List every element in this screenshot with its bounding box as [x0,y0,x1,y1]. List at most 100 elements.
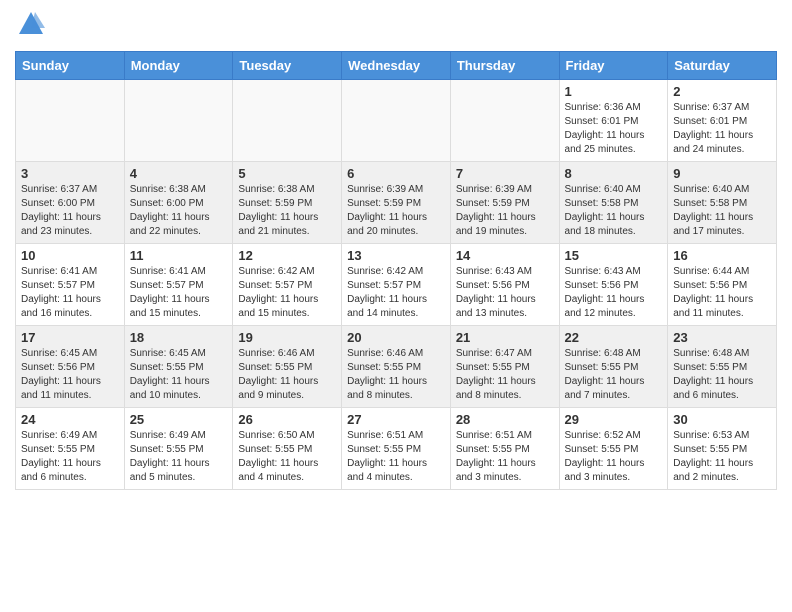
logo-icon [17,10,45,38]
page-container: SundayMondayTuesdayWednesdayThursdayFrid… [0,0,792,500]
day-info: Sunrise: 6:40 AM Sunset: 5:58 PM Dayligh… [565,183,663,239]
logo-general-text [15,10,45,43]
calendar-cell: 12 Sunrise: 6:42 AM Sunset: 5:57 PM Dayli… [233,243,342,325]
day-info: Sunrise: 6:50 AM Sunset: 5:55 PM Dayligh… [238,429,336,485]
day-info: Sunrise: 6:43 AM Sunset: 5:56 PM Dayligh… [456,265,554,321]
day-number: 6 [347,166,445,181]
calendar-cell: 11 Sunrise: 6:41 AM Sunset: 5:57 PM Dayli… [124,243,233,325]
calendar-week-row: 17Sunrise: 6:45 AM Sunset: 5:56 PM Dayli… [16,325,777,407]
day-info: Sunrise: 6:39 AM Sunset: 5:59 PM Dayligh… [456,183,554,239]
day-info: Sunrise: 6:53 AM Sunset: 5:55 PM Dayligh… [673,429,771,485]
header [15,10,777,43]
calendar-cell: 13Sunrise: 6:42 AM Sunset: 5:57 PM Dayli… [342,243,451,325]
day-number: 3 [21,166,119,181]
day-info: Sunrise: 6:47 AM Sunset: 5:55 PM Dayligh… [456,347,554,403]
calendar-week-row: 1 Sunrise: 6:36 AM Sunset: 6:01 PM Daylig… [16,79,777,161]
day-number: 20 [347,330,445,345]
day-number: 5 [238,166,336,181]
calendar-cell: 24Sunrise: 6:49 AM Sunset: 5:55 PM Dayli… [16,407,125,489]
day-number: 23 [673,330,771,345]
day-number: 9 [673,166,771,181]
calendar-table: SundayMondayTuesdayWednesdayThursdayFrid… [15,51,777,490]
day-info: Sunrise: 6:45 AM Sunset: 5:55 PM Dayligh… [130,347,228,403]
day-info: Sunrise: 6:36 AM Sunset: 6:01 PM Dayligh… [565,101,663,157]
calendar-cell: 17Sunrise: 6:45 AM Sunset: 5:56 PM Dayli… [16,325,125,407]
logo-text [15,10,45,43]
day-number: 10 [21,248,119,263]
day-of-week-header: Wednesday [342,51,451,79]
day-number: 24 [21,412,119,427]
day-number: 28 [456,412,554,427]
day-info: Sunrise: 6:42 AM Sunset: 5:57 PM Dayligh… [238,265,336,321]
calendar-cell: 27 Sunrise: 6:51 AM Sunset: 5:55 PM Dayli… [342,407,451,489]
calendar-cell: 19 Sunrise: 6:46 AM Sunset: 5:55 PM Dayli… [233,325,342,407]
day-number: 22 [565,330,663,345]
calendar-cell [124,79,233,161]
calendar-cell [450,79,559,161]
calendar-cell: 18Sunrise: 6:45 AM Sunset: 5:55 PM Dayli… [124,325,233,407]
day-info: Sunrise: 6:40 AM Sunset: 5:58 PM Dayligh… [673,183,771,239]
day-number: 27 [347,412,445,427]
day-of-week-header: Sunday [16,51,125,79]
calendar-cell [233,79,342,161]
day-info: Sunrise: 6:46 AM Sunset: 5:55 PM Dayligh… [347,347,445,403]
calendar-cell: 2Sunrise: 6:37 AM Sunset: 6:01 PM Daylig… [668,79,777,161]
calendar-cell: 3Sunrise: 6:37 AM Sunset: 6:00 PM Daylig… [16,161,125,243]
day-info: Sunrise: 6:49 AM Sunset: 5:55 PM Dayligh… [130,429,228,485]
day-number: 7 [456,166,554,181]
day-number: 11 [130,248,228,263]
calendar-cell: 22 Sunrise: 6:48 AM Sunset: 5:55 PM Dayli… [559,325,668,407]
day-number: 4 [130,166,228,181]
logo [15,10,45,43]
calendar-cell: 20 Sunrise: 6:46 AM Sunset: 5:55 PM Dayli… [342,325,451,407]
day-of-week-header: Tuesday [233,51,342,79]
calendar-cell: 16Sunrise: 6:44 AM Sunset: 5:56 PM Dayli… [668,243,777,325]
calendar-cell: 4 Sunrise: 6:38 AM Sunset: 6:00 PM Daylig… [124,161,233,243]
day-info: Sunrise: 6:39 AM Sunset: 5:59 PM Dayligh… [347,183,445,239]
day-info: Sunrise: 6:52 AM Sunset: 5:55 PM Dayligh… [565,429,663,485]
day-number: 30 [673,412,771,427]
calendar-cell: 9 Sunrise: 6:40 AM Sunset: 5:58 PM Daylig… [668,161,777,243]
day-number: 19 [238,330,336,345]
day-number: 14 [456,248,554,263]
calendar-week-row: 24 Sunrise: 6:49 AM Sunset: 5:55 PM Dayli… [16,407,777,489]
day-number: 29 [565,412,663,427]
day-of-week-header: Thursday [450,51,559,79]
calendar-cell [16,79,125,161]
calendar-cell: 6 Sunrise: 6:39 AM Sunset: 5:59 PM Daylig… [342,161,451,243]
calendar-cell: 10Sunrise: 6:41 AM Sunset: 5:57 PM Dayli… [16,243,125,325]
calendar-cell: 21 Sunrise: 6:47 AM Sunset: 5:55 PM Dayli… [450,325,559,407]
day-info: Sunrise: 6:51 AM Sunset: 5:55 PM Dayligh… [347,429,445,485]
calendar-week-row: 3Sunrise: 6:37 AM Sunset: 6:00 PM Daylig… [16,161,777,243]
day-info: Sunrise: 6:38 AM Sunset: 6:00 PM Dayligh… [130,183,228,239]
day-number: 15 [565,248,663,263]
day-info: Sunrise: 6:44 AM Sunset: 5:56 PM Dayligh… [673,265,771,321]
day-info: Sunrise: 6:51 AM Sunset: 5:55 PM Dayligh… [456,429,554,485]
calendar-cell: 30 Sunrise: 6:53 AM Sunset: 5:55 PM Dayli… [668,407,777,489]
calendar-cell: 26 Sunrise: 6:50 AM Sunset: 5:55 PM Dayli… [233,407,342,489]
day-number: 26 [238,412,336,427]
calendar-cell: 5 Sunrise: 6:38 AM Sunset: 5:59 PM Daylig… [233,161,342,243]
day-number: 21 [456,330,554,345]
calendar-cell: 14 Sunrise: 6:43 AM Sunset: 5:56 PM Dayli… [450,243,559,325]
day-info: Sunrise: 6:41 AM Sunset: 5:57 PM Dayligh… [130,265,228,321]
calendar-cell [342,79,451,161]
day-info: Sunrise: 6:48 AM Sunset: 5:55 PM Dayligh… [565,347,663,403]
day-number: 1 [565,84,663,99]
day-number: 17 [21,330,119,345]
calendar-week-row: 10 Sunrise: 6:41 AM Sunset: 5:57 PM Dayli… [16,243,777,325]
day-of-week-header: Saturday [668,51,777,79]
calendar-cell: 25Sunrise: 6:49 AM Sunset: 5:55 PM Dayli… [124,407,233,489]
calendar-cell: 28 Sunrise: 6:51 AM Sunset: 5:55 PM Dayli… [450,407,559,489]
calendar-cell: 1 Sunrise: 6:36 AM Sunset: 6:01 PM Daylig… [559,79,668,161]
day-of-week-header: Friday [559,51,668,79]
calendar-cell: 8Sunrise: 6:40 AM Sunset: 5:58 PM Daylig… [559,161,668,243]
day-number: 12 [238,248,336,263]
calendar-cell: 7 Sunrise: 6:39 AM Sunset: 5:59 PM Daylig… [450,161,559,243]
day-number: 2 [673,84,771,99]
day-of-week-header: Monday [124,51,233,79]
day-info: Sunrise: 6:46 AM Sunset: 5:55 PM Dayligh… [238,347,336,403]
calendar-cell: 15Sunrise: 6:43 AM Sunset: 5:56 PM Dayli… [559,243,668,325]
day-info: Sunrise: 6:42 AM Sunset: 5:57 PM Dayligh… [347,265,445,321]
day-info: Sunrise: 6:38 AM Sunset: 5:59 PM Dayligh… [238,183,336,239]
